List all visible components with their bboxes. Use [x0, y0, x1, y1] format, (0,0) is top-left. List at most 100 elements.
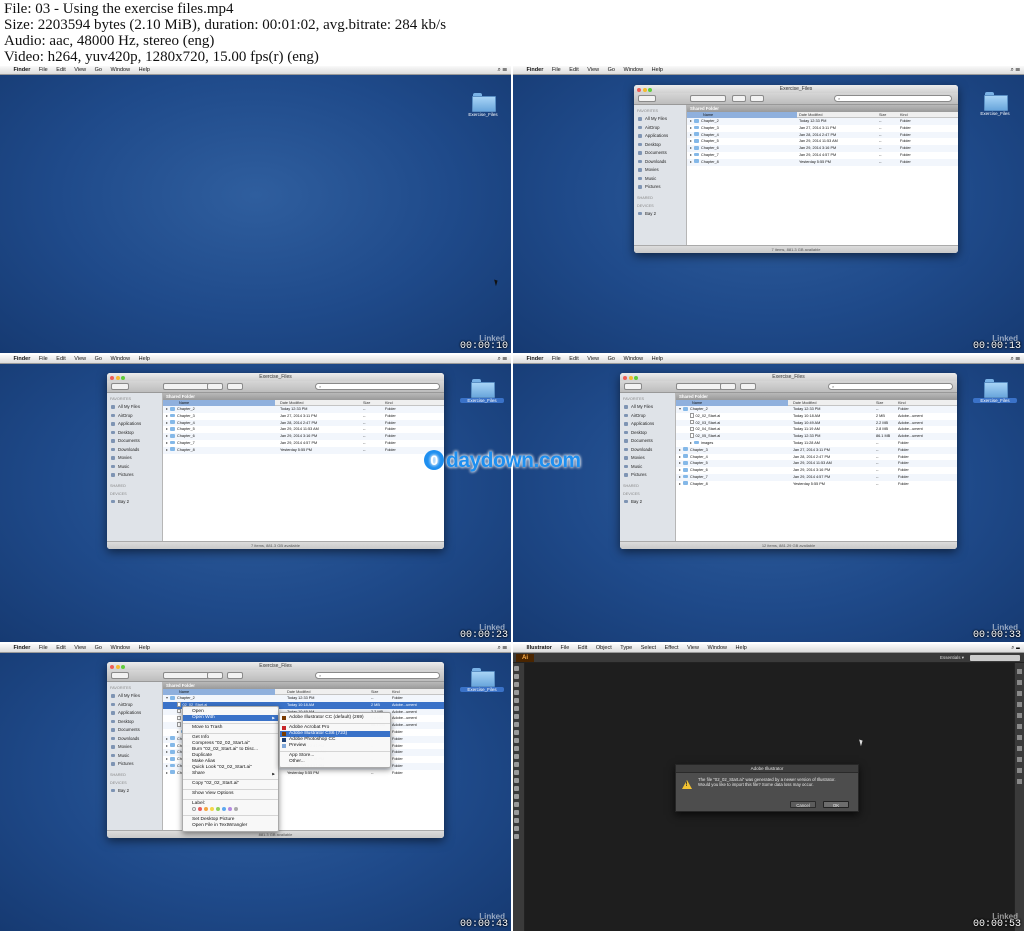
back-forward-button[interactable]: [111, 672, 129, 679]
brushes-panel-icon[interactable]: [1017, 691, 1022, 696]
label-color-swatch[interactable]: [234, 807, 238, 811]
view-mode-buttons[interactable]: [676, 383, 722, 390]
label-color-swatch[interactable]: [228, 807, 232, 811]
disclosure-triangle-icon[interactable]: [679, 455, 681, 458]
table-row[interactable]: Chapter_7 Jan 29, 2014 4:57 PM -- Folder: [676, 473, 957, 481]
spotlight-icon[interactable]: ⌕ ☰: [1010, 66, 1020, 75]
disclosure-triangle-icon[interactable]: [166, 448, 168, 451]
disclosure-triangle-icon[interactable]: [679, 475, 681, 478]
workspace-switcher[interactable]: Essentials ▾: [940, 654, 964, 662]
action-button[interactable]: [732, 95, 746, 102]
table-row[interactable]: Chapter_3 Jan 27, 2014 3:11 PM -- Folder: [676, 446, 957, 454]
symbol-tool-icon[interactable]: [514, 802, 519, 807]
spotlight-icon[interactable]: ⌕ ☰: [497, 66, 507, 75]
view-mode-buttons[interactable]: [163, 383, 209, 390]
spotlight-icon[interactable]: ⌕ ☰: [497, 644, 507, 653]
sidebar-item-movies[interactable]: Movies: [634, 166, 686, 175]
action-button[interactable]: [720, 383, 736, 390]
warp-tool-icon[interactable]: [514, 746, 519, 751]
table-row[interactable]: 02_02_Start.ai Today 10:18 AM 2 MB Adobe...…: [676, 413, 957, 420]
disclosure-triangle-icon[interactable]: [166, 744, 168, 747]
disclosure-triangle-icon[interactable]: [166, 408, 168, 410]
zoom-tool-icon[interactable]: [514, 834, 519, 839]
line-tool-icon[interactable]: [514, 698, 519, 703]
rectangle-tool-icon[interactable]: [514, 706, 519, 711]
blend-tool-icon[interactable]: [514, 794, 519, 799]
graphic-styles-panel-icon[interactable]: [1017, 757, 1022, 762]
sidebar-item-applications[interactable]: Applications: [634, 132, 686, 141]
table-row[interactable]: Chapter_2 Today 12:33 PM -- Folder: [163, 406, 444, 413]
menu-item-open-textwrangler[interactable]: Open File in TextWrangler: [183, 823, 278, 829]
cancel-button[interactable]: Cancel: [790, 801, 816, 808]
disclosure-triangle-icon[interactable]: [166, 751, 168, 754]
pencil-tool-icon[interactable]: [514, 722, 519, 727]
table-row[interactable]: Chapter_8 Yesterday 5:55 PM -- Folder: [687, 158, 958, 166]
search-input[interactable]: ⌕: [834, 95, 952, 102]
ok-button[interactable]: OK: [823, 801, 849, 808]
sidebar-item-desktop[interactable]: Desktop: [634, 141, 686, 150]
desktop-folder-exercise-files[interactable]: Exercise_Files: [460, 668, 504, 692]
disclosure-triangle-icon[interactable]: [166, 764, 168, 767]
pen-tool-icon[interactable]: [514, 682, 519, 687]
arrange-button[interactable]: [740, 383, 756, 390]
disclosure-triangle-icon[interactable]: [690, 160, 692, 163]
table-row[interactable]: Chapter_7 Jan 29, 2014 4:57 PM -- Folder: [163, 440, 444, 447]
artboard-tool-icon[interactable]: [514, 818, 519, 823]
arrange-button[interactable]: [227, 672, 243, 679]
search-input[interactable]: ⌕: [828, 383, 953, 390]
disclosure-triangle-icon[interactable]: [690, 120, 692, 122]
table-row[interactable]: Chapter_3 Jan 27, 2014 3:11 PM -- Folder: [687, 125, 958, 132]
mesh-tool-icon[interactable]: [514, 770, 519, 775]
disclosure-triangle-icon[interactable]: [166, 771, 168, 774]
submenu-item-other[interactable]: Other...: [280, 759, 390, 765]
disclosure-triangle-icon[interactable]: [177, 730, 179, 733]
sidebar-item-pictures[interactable]: Pictures: [634, 183, 686, 192]
disclosure-triangle-icon[interactable]: [690, 140, 692, 143]
disclosure-triangle-icon[interactable]: [166, 737, 168, 740]
label-color-swatch[interactable]: [216, 807, 220, 811]
no-label-swatch[interactable]: [192, 807, 196, 811]
menu-finder[interactable]: Finder: [14, 66, 31, 75]
disclosure-triangle-icon[interactable]: [690, 441, 692, 444]
brush-tool-icon[interactable]: [514, 714, 519, 719]
direct-selection-tool-icon[interactable]: [514, 674, 519, 679]
table-row[interactable]: 02_05_Start.ai Today 12:33 PM 86.1 MB Adobe…: [676, 433, 957, 440]
table-row[interactable]: Chapter_4 Jan 28, 2014 2:47 PM -- Folder: [163, 419, 444, 427]
menu-item-show-view-options[interactable]: Show View Options: [183, 791, 278, 797]
menu-help[interactable]: Help: [139, 66, 150, 75]
sidebar-item-downloads[interactable]: Downloads: [634, 158, 686, 167]
label-color-swatch[interactable]: [210, 807, 214, 811]
menu-item-share[interactable]: Share: [183, 771, 278, 777]
sidebar-item-airdrop[interactable]: AirDrop: [634, 124, 686, 133]
view-mode-buttons[interactable]: [163, 672, 209, 679]
table-row[interactable]: Chapter_5 Jan 29, 2014 11:53 AM -- Folder: [163, 426, 444, 433]
type-tool-icon[interactable]: [514, 690, 519, 695]
disclosure-triangle-icon[interactable]: [679, 469, 681, 472]
search-input[interactable]: ⌕: [315, 672, 440, 679]
back-forward-button[interactable]: [638, 95, 656, 102]
gradient-panel-icon[interactable]: [1017, 724, 1022, 729]
action-button[interactable]: [207, 672, 223, 679]
desktop-folder-exercise-files[interactable]: Exercise_Files: [973, 379, 1017, 403]
disclosure-triangle-icon[interactable]: [166, 435, 168, 438]
sidebar-item-music[interactable]: Music: [634, 175, 686, 184]
view-mode-buttons[interactable]: [690, 95, 726, 102]
table-row[interactable]: Chapter_3 Jan 27, 2014 3:11 PM -- Folder: [163, 413, 444, 420]
search-input[interactable]: ⌕: [315, 383, 440, 390]
menu-window[interactable]: Window: [111, 66, 131, 75]
desktop-folder-exercise-files[interactable]: Exercise_Files: [461, 93, 505, 117]
table-row[interactable]: Chapter_7 Jan 29, 2014 4:57 PM -- Folder: [687, 152, 958, 159]
selection-tool-icon[interactable]: [514, 666, 519, 671]
disclosure-triangle-icon[interactable]: [690, 126, 692, 129]
disclosure-triangle-icon[interactable]: [679, 408, 681, 410]
table-row[interactable]: 02_04_Start.ai Today 11:19 AM 2.8 MB Adobe.…: [676, 426, 957, 433]
disclosure-triangle-icon[interactable]: [679, 448, 681, 451]
symbols-panel-icon[interactable]: [1017, 702, 1022, 707]
disclosure-triangle-icon[interactable]: [679, 482, 681, 485]
shape-builder-tool-icon[interactable]: [514, 762, 519, 767]
appearance-panel-icon[interactable]: [1017, 746, 1022, 751]
disclosure-triangle-icon[interactable]: [166, 758, 168, 761]
menu-go[interactable]: Go: [95, 66, 102, 75]
swatches-panel-icon[interactable]: [1017, 680, 1022, 685]
disclosure-triangle-icon[interactable]: [166, 697, 168, 699]
